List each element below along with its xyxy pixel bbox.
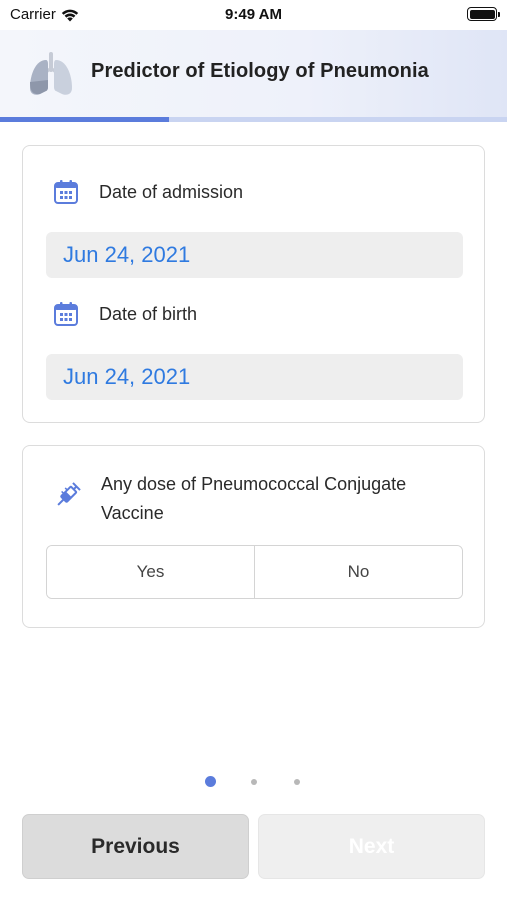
status-bar: Carrier 9:49 AM [0, 0, 507, 30]
status-time: 9:49 AM [225, 6, 282, 23]
birth-date-picker[interactable]: Jun 24, 2021 [46, 354, 463, 400]
birth-date-label: Date of birth [99, 303, 198, 324]
progress-fill [0, 117, 169, 122]
page-indicator-dot-3 [294, 779, 300, 785]
no-option-button[interactable]: No [254, 546, 462, 598]
vaccine-question-row: Any dose of Pneumococcal Conjugate Vacci… [53, 470, 473, 528]
battery-icon [467, 7, 500, 21]
lungs-icon [30, 52, 72, 95]
syringe-icon [57, 482, 81, 506]
calendar-icon [54, 180, 78, 204]
previous-button[interactable]: Previous [22, 814, 249, 879]
next-button[interactable]: Next [258, 814, 485, 879]
page-indicator-dot-2 [251, 779, 257, 785]
vaccine-segmented-control: Yes No [46, 545, 463, 599]
calendar-icon [54, 302, 78, 326]
admission-date-picker[interactable]: Jun 24, 2021 [46, 232, 463, 278]
page-title: Predictor of Etiology of Pneumonia [91, 60, 429, 82]
app-header: Predictor of Etiology of Pneumonia [0, 30, 507, 118]
yes-option-button[interactable]: Yes [47, 546, 254, 598]
admission-date-row: Date of admission [53, 179, 243, 205]
page-indicator-dot-1 [205, 776, 216, 787]
vaccine-question-label: Any dose of Pneumococcal Conjugate Vacci… [101, 474, 407, 523]
progress-bar [0, 117, 507, 122]
admission-date-label: Date of admission [99, 181, 244, 202]
vaccine-card: Any dose of Pneumococcal Conjugate Vacci… [22, 445, 485, 628]
dates-card: Date of admission Jun 24, 2021 Date of b… [22, 145, 485, 423]
birth-date-row: Date of birth [53, 301, 197, 327]
